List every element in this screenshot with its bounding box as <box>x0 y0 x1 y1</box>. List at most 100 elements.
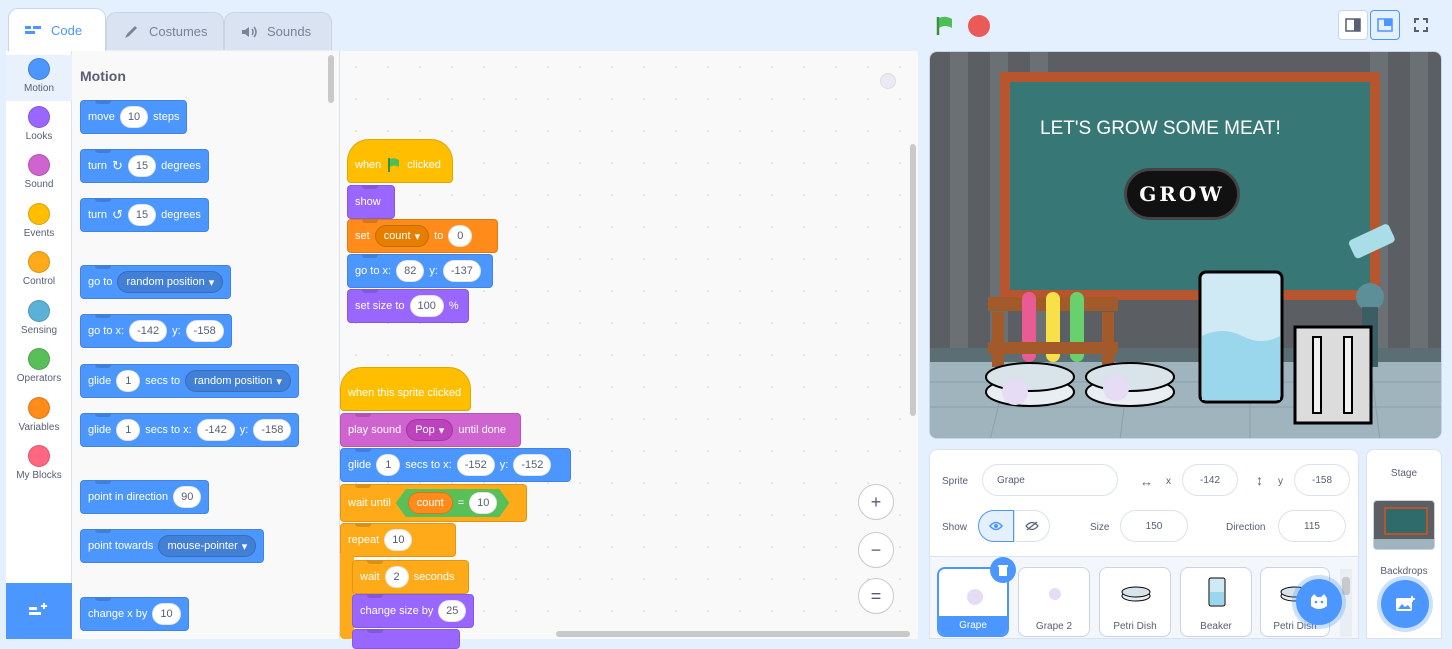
block-move[interactable]: move 10 steps <box>80 100 188 134</box>
block-change-size[interactable]: change size by 25 <box>352 594 474 628</box>
block-input[interactable]: 90 <box>173 486 202 508</box>
block-glide-xy[interactable]: glide 1 secs to x: -152 y: -152 <box>340 448 571 482</box>
block-turn-left[interactable]: turn ↺ 15 degrees <box>80 198 209 232</box>
category-my-blocks[interactable]: My Blocks <box>6 445 72 481</box>
script-area[interactable]: when clicked show set count ▾ to 0 go to x: 82… <box>340 51 918 649</box>
block-input[interactable]: 1 <box>376 454 401 476</box>
category-label: Events <box>23 228 55 239</box>
x-field[interactable]: -142 <box>1182 464 1238 496</box>
block-wait[interactable]: wait 2 seconds <box>352 560 469 594</box>
small-stage-button[interactable] <box>1338 10 1368 40</box>
category-label: Operators <box>16 373 62 384</box>
variable-reporter[interactable]: count <box>408 492 453 514</box>
sprite-thumb-grape-2[interactable]: Grape 2 <box>1018 567 1090 637</box>
zoom-in-button[interactable]: + <box>858 484 894 520</box>
block-dropdown[interactable]: count ▾ <box>374 225 430 247</box>
block-input[interactable]: 10 <box>384 529 413 551</box>
fullscreen-button[interactable] <box>1406 10 1436 40</box>
zoom-reset-button[interactable]: = <box>858 578 894 614</box>
stop-button[interactable] <box>968 15 990 37</box>
block-input[interactable]: 10 <box>119 106 149 128</box>
category-sound[interactable]: Sound <box>6 154 72 190</box>
scroll-thumb[interactable] <box>1342 577 1350 595</box>
stage-target-panel[interactable]: Stage Backdrops <box>1366 449 1442 639</box>
category-control[interactable]: Control <box>6 251 72 287</box>
block-text: repeat <box>348 534 380 546</box>
size-field[interactable]: 150 <box>1120 510 1188 542</box>
block-input[interactable]: -152 <box>513 454 552 476</box>
block-point-towards[interactable]: point towards mouse-pointer ▾ <box>80 529 265 563</box>
category-motion[interactable]: Motion <box>6 55 72 101</box>
block-set-variable[interactable]: set count ▾ to 0 <box>347 219 498 253</box>
block-dropdown[interactable]: random position ▾ <box>185 370 291 392</box>
block-input[interactable]: 0 <box>448 225 473 247</box>
block-wait-until[interactable]: wait until count = 10 <box>340 484 527 522</box>
block-input[interactable]: 2 <box>384 566 409 588</box>
block-set-size[interactable]: set size to 100% <box>347 289 469 323</box>
eye-icon <box>989 521 1003 531</box>
block-input[interactable]: 15 <box>127 204 157 226</box>
show-hidden-button[interactable] <box>1014 510 1050 542</box>
choose-backdrop-button[interactable] <box>1381 580 1429 628</box>
green-flag-button[interactable] <box>934 15 956 40</box>
block-play-sound[interactable]: play sound Pop ▾ until done <box>340 413 521 447</box>
direction-field[interactable]: 115 <box>1278 510 1346 542</box>
y-field[interactable]: -158 <box>1294 464 1350 496</box>
block-input[interactable]: -152 <box>456 454 495 476</box>
block-input[interactable]: 100 <box>409 295 444 317</box>
sprite-name-field[interactable]: Grape <box>982 464 1118 496</box>
block-input[interactable]: 15 <box>127 155 157 177</box>
category-looks[interactable]: Looks <box>6 106 72 142</box>
block-show[interactable]: show <box>347 185 395 219</box>
category-variables[interactable]: Variables <box>6 397 72 433</box>
palette-scrollbar[interactable] <box>328 55 334 103</box>
block-point-in-direction[interactable]: point in direction 90 <box>80 480 210 514</box>
block-dropdown[interactable]: mouse-pointer ▾ <box>158 535 257 557</box>
block-input[interactable]: 10 <box>469 492 497 514</box>
block-input[interactable]: -158 <box>253 419 292 441</box>
block-when-flag-clicked[interactable]: when clicked <box>347 139 453 183</box>
block-glide[interactable]: glide 1 secs to random position ▾ <box>80 364 299 398</box>
tab-costumes[interactable]: Costumes <box>106 12 224 50</box>
block-dropdown[interactable]: random position ▾ <box>117 271 224 293</box>
stage[interactable]: LET'S GROW SOME MEAT! GROW <box>929 51 1442 439</box>
sprite-list: Grape Grape 2 Petri Dish Beaker Petri Di… <box>929 557 1359 639</box>
delete-sprite-button[interactable] <box>990 557 1016 583</box>
block-go-to-xy[interactable]: go to x: 82 y: -137 <box>347 254 493 288</box>
script-horizontal-scrollbar[interactable] <box>556 631 910 637</box>
block-input[interactable]: -142 <box>196 419 235 441</box>
add-extension-button[interactable] <box>6 583 72 639</box>
block-partial[interactable] <box>352 629 460 649</box>
normal-stage-button[interactable] <box>1370 10 1400 40</box>
category-operators[interactable]: Operators <box>6 348 72 384</box>
block-turn-right[interactable]: turn ↻ 15 degrees <box>80 149 209 183</box>
block-input[interactable]: 1 <box>116 370 141 392</box>
block-when-sprite-clicked[interactable]: when this sprite clicked <box>340 367 471 411</box>
sprite-thumb-label: Grape <box>939 616 1007 635</box>
block-input[interactable]: 82 <box>396 260 425 282</box>
tab-code[interactable]: Code <box>8 8 106 51</box>
block-input[interactable]: 1 <box>116 419 141 441</box>
block-go-to-xy[interactable]: go to x: -142 y: -158 <box>80 314 232 348</box>
choose-sprite-button[interactable] <box>1296 579 1342 625</box>
block-dropdown[interactable]: Pop ▾ <box>406 419 454 441</box>
block-repeat[interactable]: repeat 10 <box>340 523 456 557</box>
zoom-out-button[interactable]: − <box>858 532 894 568</box>
grow-button[interactable]: GROW <box>1124 168 1240 220</box>
block-change-x[interactable]: change x by 10 <box>80 597 189 631</box>
category-events[interactable]: Events <box>6 203 72 239</box>
block-glide-xy[interactable]: glide 1 secs to x: -142 y: -158 <box>80 413 300 447</box>
operator-equals[interactable]: count = 10 <box>396 489 510 517</box>
show-visible-button[interactable] <box>978 510 1014 542</box>
script-vertical-scrollbar[interactable] <box>910 144 916 416</box>
block-input[interactable]: -158 <box>185 320 224 342</box>
sprite-thumb-beaker[interactable]: Beaker <box>1180 567 1252 637</box>
category-sensing[interactable]: Sensing <box>6 300 72 336</box>
block-input[interactable]: -142 <box>129 320 168 342</box>
block-go-to[interactable]: go to random position ▾ <box>80 265 232 299</box>
tab-sounds[interactable]: Sounds <box>224 12 332 50</box>
block-input[interactable]: 25 <box>438 600 466 622</box>
block-input[interactable]: 10 <box>152 603 181 625</box>
sprite-thumb-petri-dish[interactable]: Petri Dish <box>1099 567 1171 637</box>
block-input[interactable]: -137 <box>442 260 481 282</box>
